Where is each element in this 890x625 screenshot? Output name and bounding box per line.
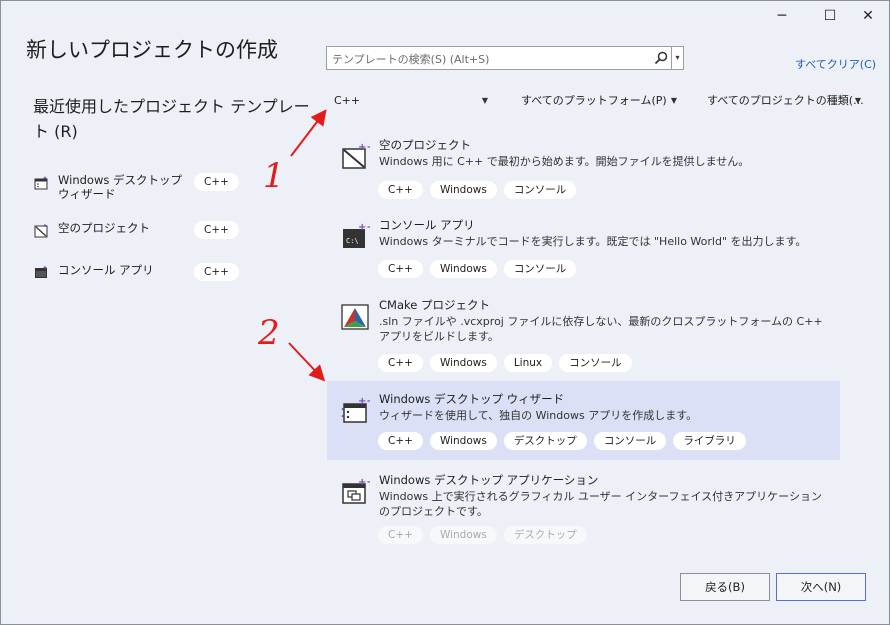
tag: C++ (378, 181, 423, 199)
template-tags: C++ Windows コンソール (378, 260, 577, 278)
recent-item-label: Windows デスクトップ ウィザード (58, 173, 182, 201)
svg-text:++: ++ (358, 222, 370, 233)
template-tags: C++ Windows デスクトップ (378, 526, 587, 544)
next-button[interactable]: 次へ(N) (776, 573, 866, 601)
desktop-wizard-icon (34, 176, 48, 190)
template-description: .sln ファイルや .vcxproj ファイルに依存しない、最新のクロスプラッ… (379, 315, 823, 343)
template-tags: C++ Windows コンソール (378, 181, 577, 199)
chevron-down-icon: ▼ (670, 96, 677, 105)
maximize-button[interactable]: ☐ (815, 5, 845, 27)
tag: C++ (378, 260, 423, 278)
template-name: CMake プロジェクト (379, 298, 490, 312)
tag: Windows (429, 181, 497, 199)
tag: Windows (429, 432, 497, 450)
console-app-icon: C:\ ++ (343, 222, 370, 248)
tag: C++ (378, 526, 423, 544)
platform-filter[interactable]: すべてのプラットフォーム(P) ▼ (521, 90, 683, 112)
svg-text:++: ++ (358, 396, 370, 407)
language-filter-value: C++ (334, 94, 361, 107)
search-dropdown-icon[interactable]: ▾ (671, 47, 683, 69)
recent-templates-heading: 最近使用したプロジェクト テンプレート (R) (33, 97, 310, 141)
tag: ライブラリ (673, 432, 746, 450)
tag: Windows (429, 526, 497, 544)
language-tag: C++ (194, 221, 239, 239)
empty-project-icon (34, 223, 48, 238)
search-placeholder: テンプレートの検索(S) (Alt+S) (332, 53, 490, 66)
desktop-wizard-icon: ++ (341, 396, 370, 423)
template-name: コンソール アプリ (379, 218, 475, 232)
template-empty-project[interactable]: ++ 空のプロジェクト Windows 用に C++ で最初から始めます。開始フ… (327, 127, 840, 205)
template-description: Windows ターミナルでコードを実行します。既定では "Hello Worl… (379, 235, 807, 248)
cmake-icon (341, 304, 369, 330)
tag: コンソール (559, 354, 632, 372)
close-button[interactable]: ✕ (853, 5, 883, 27)
template-windows-desktop-app[interactable]: ++ Windows デスクトップ アプリケーション Windows 上で実行さ… (327, 462, 840, 551)
template-name: 空のプロジェクト (379, 138, 471, 152)
tag: コンソール (503, 260, 577, 278)
tag: コンソール (503, 181, 577, 199)
tag: Linux (503, 354, 553, 372)
console-app-icon (35, 265, 47, 278)
new-project-dialog: ─ ☐ ✕ 新しいプロジェクトの作成 最近使用したプロジェクト テンプレート (… (0, 0, 890, 625)
chevron-down-icon: ▼ (854, 96, 861, 105)
tag: デスクトップ (503, 432, 587, 450)
template-list[interactable]: ++ 空のプロジェクト Windows 用に C++ で最初から始めます。開始フ… (327, 127, 840, 551)
clear-all-link[interactable]: すべてクリア(C) (795, 56, 876, 72)
tag: コンソール (593, 432, 667, 450)
recent-item-label: 空のプロジェクト (58, 221, 150, 235)
template-tags: C++ Windows デスクトップ コンソール ライブラリ (378, 432, 746, 450)
platform-filter-value: すべてのプラットフォーム(P) (521, 94, 667, 107)
tag: デスクトップ (503, 526, 587, 544)
language-filter[interactable]: C++ ▼ (334, 90, 494, 112)
language-tag: C++ (194, 263, 239, 281)
template-windows-desktop-wizard[interactable]: ++ Windows デスクトップ ウィザード ウィザードを使用して、独自の W… (327, 381, 840, 460)
tag: Windows (429, 260, 497, 278)
svg-text:++: ++ (358, 477, 370, 488)
svg-text:++: ++ (358, 142, 370, 153)
desktop-application-icon: ++ (342, 477, 370, 504)
annotation-number-2: 2 (258, 313, 280, 353)
empty-project-icon: ++ (342, 142, 370, 169)
template-search-input[interactable]: テンプレートの検索(S) (Alt+S) ▾ (326, 46, 684, 70)
recent-item-empty-project[interactable]: 空のプロジェクト C++ (31, 217, 241, 251)
recent-item-label: コンソール アプリ (58, 263, 154, 277)
project-type-filter[interactable]: すべてのプロジェクトの種類(... ▼ (707, 90, 867, 112)
template-name: Windows デスクトップ アプリケーション (379, 473, 599, 487)
template-description: Windows 用に C++ で最初から始めます。開始ファイルを提供しません。 (379, 155, 750, 168)
language-tag: C++ (194, 173, 239, 191)
template-name: Windows デスクトップ ウィザード (379, 392, 565, 406)
template-description: ウィザードを使用して、独自の Windows アプリを作成します。 (379, 409, 698, 422)
arrow-to-desktop-wizard (288, 342, 326, 382)
back-button[interactable]: 戻る(B) (680, 573, 770, 601)
recent-item-desktop-wizard[interactable]: Windows デスクトップ ウィザード C++ (31, 169, 241, 203)
annotation-number-1: 1 (263, 156, 285, 196)
tag: C++ (378, 432, 423, 450)
template-cmake-project[interactable]: CMake プロジェクト .sln ファイルや .vcxproj ファイルに依存… (327, 287, 840, 379)
recent-item-console-app[interactable]: コンソール アプリ C++ (31, 259, 241, 293)
chevron-down-icon: ▼ (481, 96, 488, 105)
template-tags: C++ Windows Linux コンソール (378, 354, 632, 372)
project-type-filter-value: すべてのプロジェクトの種類(... (707, 94, 864, 107)
search-icon[interactable] (653, 50, 669, 66)
template-description: Windows 上で実行されるグラフィカル ユーザー インターフェイス付きアプリ… (379, 490, 822, 518)
minimize-button[interactable]: ─ (767, 5, 797, 27)
dialog-title: 新しいプロジェクトの作成 (26, 38, 278, 62)
tag: Windows (429, 354, 497, 372)
tag: C++ (378, 354, 423, 372)
svg-text:C:\: C:\ (346, 237, 359, 245)
template-console-app[interactable]: C:\ ++ コンソール アプリ Windows ターミナルでコードを実行します… (327, 207, 840, 285)
